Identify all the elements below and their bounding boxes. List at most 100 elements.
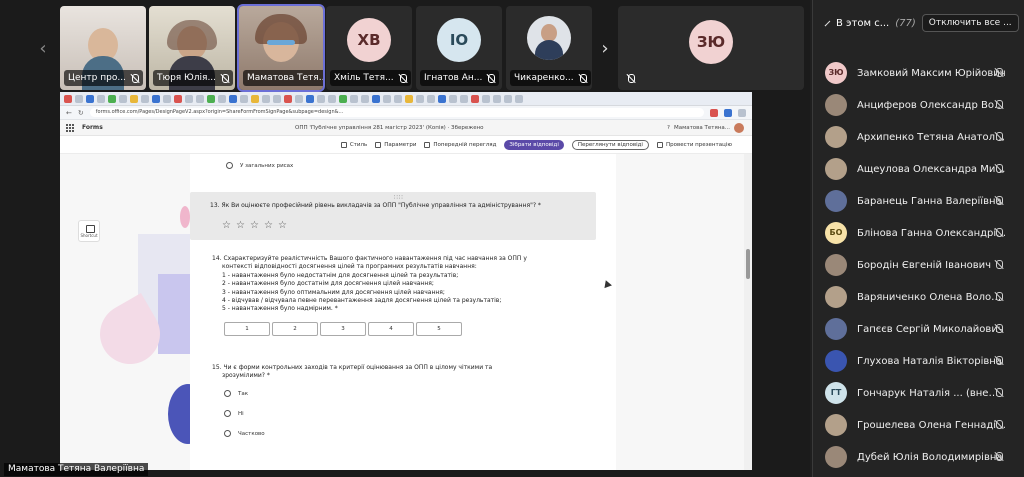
option-row[interactable]: Ні bbox=[224, 410, 244, 417]
style-button[interactable]: Стиль bbox=[340, 141, 368, 148]
mic-off-icon[interactable] bbox=[994, 100, 1003, 109]
tile-name: Ігнатов Ан... bbox=[424, 73, 483, 83]
chevron-right-icon[interactable]: › bbox=[596, 34, 614, 64]
question-13-card[interactable]: ∷∷ 13. Як Ви оцінюєте професійний рівень… bbox=[190, 192, 596, 240]
extension-icon[interactable] bbox=[724, 108, 732, 117]
initials-avatar: ХВ bbox=[347, 18, 391, 62]
video-tile-active-speaker[interactable]: Маматова Тетя... bbox=[237, 4, 325, 92]
video-tile[interactable]: Центр про... bbox=[60, 6, 146, 90]
mic-off-icon[interactable] bbox=[994, 164, 1003, 173]
option-row[interactable]: У загальних рисах bbox=[226, 162, 293, 169]
mic-off-icon[interactable] bbox=[994, 356, 1003, 365]
video-tile[interactable]: Тюря Юлія... bbox=[149, 6, 235, 90]
app-launcher-icon[interactable] bbox=[66, 123, 74, 132]
list-item[interactable]: Гапєєв Сергій Миколайович bbox=[813, 313, 1024, 345]
mic-off-icon[interactable] bbox=[994, 388, 1003, 397]
radio-button[interactable] bbox=[224, 430, 231, 437]
list-item[interactable]: Архипенко Тетяна Анатоліївна bbox=[813, 121, 1024, 153]
list-item[interactable]: Дубей Юлія Володимирівна bbox=[813, 441, 1024, 473]
form-title[interactable]: ОПП 'Публічне управління 281 магістр 202… bbox=[295, 120, 484, 136]
participant-count: (77) bbox=[895, 17, 916, 29]
radio-button[interactable] bbox=[224, 390, 231, 397]
mic-off-icon bbox=[486, 73, 496, 83]
list-item[interactable]: Варяниченко Олена Володи... bbox=[813, 281, 1024, 313]
list-item[interactable]: Ащеулова Олександра Мико... bbox=[813, 153, 1024, 185]
question-14-text: 14. Схарактеризуйте реалістичність Вашог… bbox=[212, 255, 527, 314]
list-item[interactable]: БО Блінова Ганна Олександрівна bbox=[813, 217, 1024, 249]
mic-off-icon[interactable] bbox=[994, 452, 1003, 461]
mic-off-icon[interactable] bbox=[994, 292, 1003, 301]
mic-off-icon bbox=[220, 73, 230, 83]
participant-name: Варяниченко Олена Володи... bbox=[857, 291, 1007, 303]
mic-off-icon[interactable] bbox=[994, 324, 1003, 333]
mic-off-icon[interactable] bbox=[994, 68, 1003, 77]
scale-option[interactable]: 3 bbox=[320, 322, 366, 336]
mic-off-icon[interactable] bbox=[994, 420, 1003, 429]
presenter-name-tag: Маматова Тетяна Валеріївна bbox=[4, 463, 149, 476]
list-item[interactable]: Анциферов Олександр Воло... bbox=[813, 89, 1024, 121]
avatar[interactable] bbox=[734, 123, 744, 133]
list-item[interactable]: Грошелева Олена Геннадіївна bbox=[813, 409, 1024, 441]
address-bar-row: ← ↻ forms.office.com/Pages/DesignPageV2.… bbox=[60, 106, 752, 120]
radio-button[interactable] bbox=[226, 162, 233, 169]
list-item[interactable]: Баранець Ганна Валеріївна bbox=[813, 185, 1024, 217]
scrollbar[interactable] bbox=[744, 154, 752, 470]
mic-off-icon[interactable] bbox=[994, 260, 1003, 269]
question-line: зрозумілими? * bbox=[222, 372, 270, 380]
back-icon[interactable]: ← bbox=[66, 109, 72, 117]
avatar bbox=[825, 414, 847, 436]
star-icon[interactable]: ☆ bbox=[236, 220, 245, 231]
mic-off-icon[interactable] bbox=[994, 196, 1003, 205]
star-icon[interactable]: ☆ bbox=[250, 220, 259, 231]
mouse-cursor bbox=[602, 278, 612, 289]
mic-off-icon[interactable] bbox=[994, 132, 1003, 141]
video-tile[interactable]: Чикаренко... bbox=[506, 6, 592, 90]
drag-handle-icon[interactable]: ∷∷ bbox=[394, 194, 404, 201]
list-item[interactable]: Глухова Наталія Вікторівна bbox=[813, 345, 1024, 377]
star-icon[interactable]: ☆ bbox=[264, 220, 273, 231]
participant-name: Анциферов Олександр Воло... bbox=[857, 99, 1007, 111]
chevron-left-icon[interactable]: ‹ bbox=[34, 34, 52, 64]
participant-name: Замковий Максим Юрійович bbox=[857, 67, 1006, 79]
avatar bbox=[825, 94, 847, 116]
extension-icon[interactable] bbox=[710, 108, 718, 117]
scale-option[interactable]: 2 bbox=[272, 322, 318, 336]
address-bar[interactable]: forms.office.com/Pages/DesignPageV2.aspx… bbox=[89, 108, 704, 117]
present-button[interactable]: Провести презентацію bbox=[656, 141, 732, 148]
preview-button[interactable]: Попередній перегляд bbox=[424, 141, 496, 148]
option-row[interactable]: Так bbox=[224, 390, 248, 397]
shortcut-button[interactable]: Shortcut bbox=[78, 220, 100, 242]
collect-responses-button[interactable]: Зібрати відповіді bbox=[504, 139, 564, 150]
scale-option[interactable]: 4 bbox=[368, 322, 414, 336]
option-row[interactable]: Частково bbox=[224, 430, 265, 437]
panel-header: В этом с... (77) Отключить все ... bbox=[813, 0, 1024, 46]
tile-name-tag: Маматова Тетя... bbox=[243, 70, 323, 86]
scale-option[interactable]: 5 bbox=[416, 322, 462, 336]
radio-button[interactable] bbox=[224, 410, 231, 417]
list-item[interactable]: ГТ Гончарук Наталія ... (внешний) bbox=[813, 377, 1024, 409]
star-icon[interactable]: ☆ bbox=[222, 220, 231, 231]
tile-name-tag: Чикаренко... bbox=[510, 70, 591, 86]
extension-icon[interactable] bbox=[738, 108, 746, 117]
settings-button[interactable]: Параметри bbox=[375, 141, 416, 148]
video-tile[interactable]: ІО Ігнатов Ан... bbox=[416, 6, 502, 90]
participant-name: Глухова Наталія Вікторівна bbox=[857, 355, 1002, 367]
style-label: Стиль bbox=[349, 141, 368, 148]
video-tile[interactable]: ХВ Хміль Тетя... bbox=[326, 6, 412, 90]
video-tile[interactable]: ЗЮ bbox=[618, 6, 804, 90]
reload-icon[interactable]: ↻ bbox=[78, 109, 84, 117]
star-icon[interactable]: ☆ bbox=[278, 220, 287, 231]
user-menu[interactable]: ? Маматова Тетяна... bbox=[667, 123, 744, 133]
view-responses-button[interactable]: Переглянути відповіді bbox=[571, 139, 649, 150]
mute-all-button[interactable]: Отключить все ... bbox=[921, 14, 1019, 32]
forms-header: Forms ОПП 'Публічне управління 281 магіс… bbox=[60, 120, 752, 136]
list-item[interactable]: ЗЮ Замковий Максим Юрійович bbox=[813, 57, 1024, 89]
scale-option[interactable]: 1 bbox=[224, 322, 270, 336]
list-item[interactable]: Бородін Євгеній Іванович bbox=[813, 249, 1024, 281]
scroll-thumb[interactable] bbox=[746, 249, 750, 279]
question-line: 2 - навантаження було достатнім для дося… bbox=[222, 280, 434, 288]
help-icon[interactable]: ? bbox=[667, 125, 670, 131]
initials-avatar: ІО bbox=[437, 18, 481, 62]
chevron-left-icon[interactable] bbox=[824, 20, 831, 26]
mic-off-icon[interactable] bbox=[994, 228, 1003, 237]
